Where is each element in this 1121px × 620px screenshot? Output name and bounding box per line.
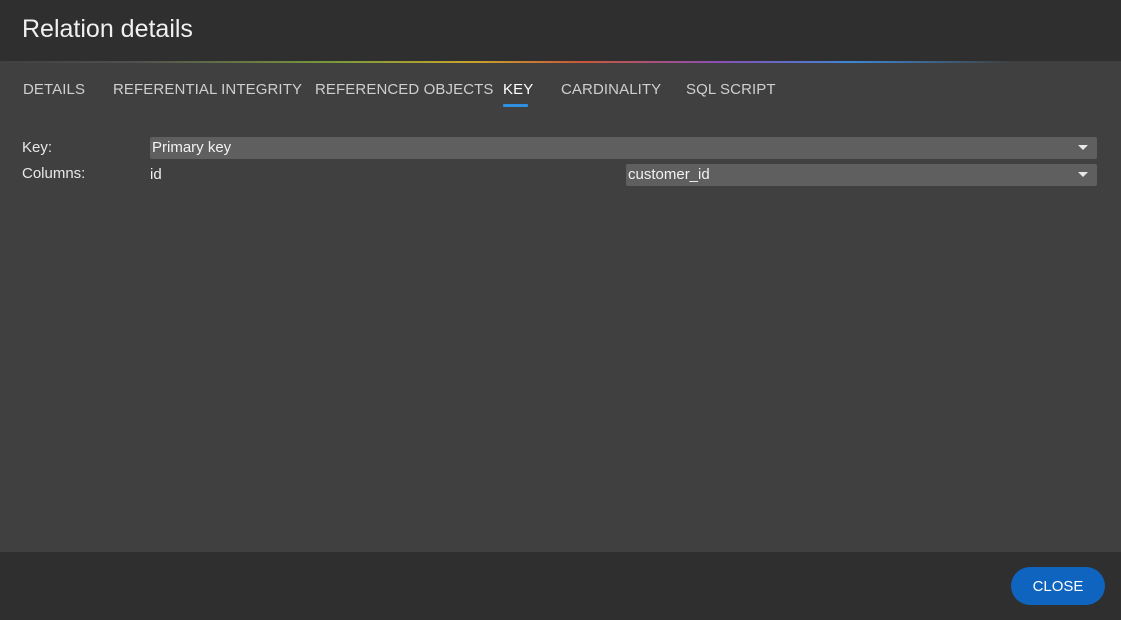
close-button[interactable]: CLOSE — [1011, 567, 1105, 605]
dialog-footer: CLOSE — [0, 552, 1121, 620]
key-select-value: Primary key — [152, 139, 232, 156]
caret-down-icon — [1078, 172, 1088, 177]
key-select[interactable]: Primary key — [150, 137, 1097, 159]
active-tab-indicator — [503, 104, 528, 107]
tab-details[interactable]: DETAILS — [23, 81, 85, 98]
tab-key[interactable]: KEY — [503, 81, 533, 98]
column-target-select[interactable]: customer_id — [626, 164, 1097, 186]
key-label: Key: — [22, 139, 53, 156]
tab-bar: DETAILS REFERENTIAL INTEGRITY REFERENCED… — [0, 63, 1121, 111]
key-tab-content: Key: Primary key Columns: id customer_id — [0, 111, 1121, 552]
tab-referenced-objects[interactable]: REFERENCED OBJECTS — [315, 81, 494, 98]
columns-label: Columns: — [22, 165, 86, 182]
tab-sql-script[interactable]: SQL SCRIPT — [686, 81, 776, 98]
caret-down-icon — [1078, 145, 1088, 150]
tab-referential-integrity[interactable]: REFERENTIAL INTEGRITY — [113, 81, 302, 98]
column-target-value: customer_id — [628, 166, 710, 183]
relation-details-dialog: Relation details DETAILS REFERENTIAL INT… — [0, 0, 1121, 620]
dialog-title: Relation details — [22, 15, 193, 43]
column-source-value: id — [150, 166, 162, 183]
dialog-header: Relation details — [0, 0, 1121, 61]
tab-cardinality[interactable]: CARDINALITY — [561, 81, 661, 98]
